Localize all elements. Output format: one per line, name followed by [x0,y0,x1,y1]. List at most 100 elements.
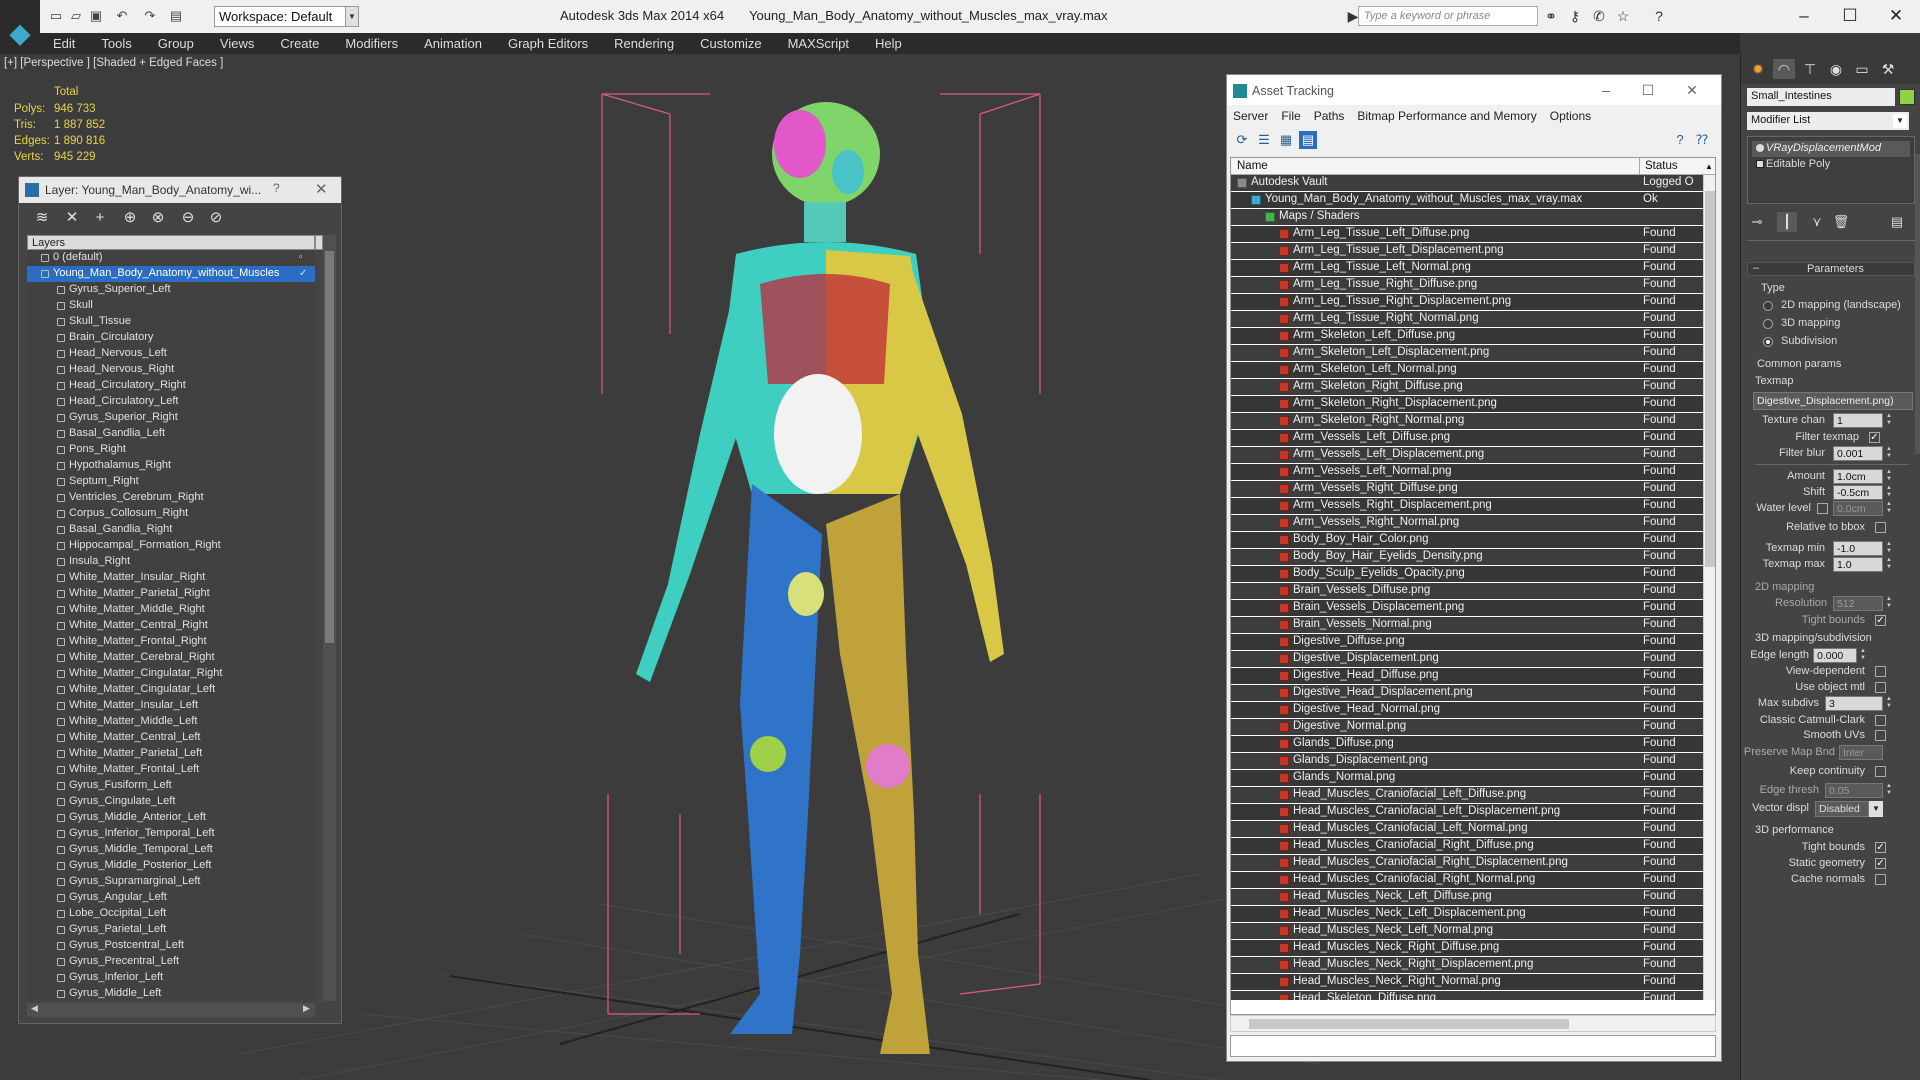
tight-bounds-2d-checkbox[interactable]: ✓ [1875,615,1886,626]
workspace-dropdown[interactable]: Workspace: Default [214,6,358,27]
asset-table-scroll-thumb[interactable] [1705,191,1715,567]
binoculars-icon[interactable]: ⚭ [1542,8,1560,24]
layer-row[interactable]: Head_Circulatory_Left [27,394,315,410]
layer-row[interactable]: Gyrus_Middle_Posterior_Left [27,858,315,874]
delete-layer-icon[interactable]: ✕ [61,208,83,228]
highlight-layer-icon[interactable]: ⊗ [147,208,169,228]
spinner-arrows-icon[interactable]: ▲ ▼ [1885,485,1893,500]
asset-row[interactable]: Arm_Skeleton_Right_Diffuse.png Found [1231,379,1703,396]
column-divider[interactable] [1639,158,1640,175]
layer-row[interactable]: White_Matter_Middle_Left [27,714,315,730]
layer-row[interactable]: Gyrus_Superior_Left [27,282,315,298]
layer-row[interactable]: Gyrus_Postcentral_Left [27,938,315,954]
water-level-checkbox[interactable] [1817,503,1828,514]
asset-row[interactable]: Young_Man_Body_Anatomy_without_Muscles_m… [1231,192,1703,209]
layer-list-hscrollbar[interactable] [27,1003,315,1017]
help-icon[interactable]: ? [1650,8,1668,24]
asset-row[interactable]: Arm_Leg_Tissue_Left_Diffuse.png Found [1231,226,1703,243]
spinner-arrows-icon[interactable]: ▲ ▼ [1885,557,1893,572]
asset-row[interactable]: Arm_Leg_Tissue_Right_Displacement.png Fou… [1231,294,1703,311]
layer-row[interactable]: Gyrus_Superior_Right [27,410,315,426]
radio-3d-mapping[interactable] [1763,319,1773,329]
minimize-icon[interactable]: – [1786,4,1822,28]
menu-edit[interactable]: Edit [40,33,88,54]
hide-all-icon[interactable]: ⊖ [177,208,199,228]
layer-row[interactable]: Hypothalamus_Right [27,458,315,474]
asset-row[interactable]: Digestive_Head_Displacement.png Found [1231,685,1703,702]
new-file-icon[interactable]: ▭ [46,7,66,25]
show-end-result-icon[interactable]: ┃ [1777,212,1797,232]
layers-stack-icon[interactable]: ≋ [31,208,53,228]
view-dependent-checkbox[interactable] [1875,666,1886,677]
stack-item-editable-poly[interactable]: Editable Poly [1752,157,1910,173]
asset-row[interactable]: Digestive_Diffuse.png Found [1231,634,1703,651]
menu-views[interactable]: Views [207,33,267,54]
layer-row[interactable]: White_Matter_Parietal_Left [27,746,315,762]
layer-row[interactable]: Insula_Right [27,554,315,570]
spinner-arrows-icon[interactable]: ▲ ▼ [1859,648,1867,663]
layer-row[interactable]: Gyrus_Precentral_Left [27,954,315,970]
relative-bbox-checkbox[interactable] [1875,522,1886,533]
menu-maxscript[interactable]: MAXScript [775,33,862,54]
asset-row[interactable]: Head_Muscles_Craniofacial_Left_Diffuse.p… [1231,787,1703,804]
asset-row[interactable]: Glands_Normal.png Found [1231,770,1703,787]
layer-row[interactable]: Gyrus_Fusiform_Left [27,778,315,794]
asset-row[interactable]: Arm_Skeleton_Right_Displacement.png Found [1231,396,1703,413]
rollout-toggle-icon[interactable]: – [1753,262,1759,274]
asset-row[interactable]: Glands_Diffuse.png Found [1231,736,1703,753]
layer-row[interactable]: Ventricles_Cerebrum_Right [27,490,315,506]
layer-row[interactable]: White_Matter_Frontal_Left [27,762,315,778]
object-color-swatch[interactable] [1899,89,1915,105]
table-view-icon[interactable]: ▤ [1299,131,1317,149]
layer-row[interactable]: White_Matter_Cingulatar_Left [27,682,315,698]
configure-sets-icon[interactable]: ▤ [1887,212,1907,232]
column-status-header[interactable]: Status [1645,160,1678,172]
modifier-on-icon[interactable] [1756,144,1764,152]
undo-icon[interactable]: ↶ [112,7,132,25]
perf-tight-bounds-checkbox[interactable]: ✓ [1875,842,1886,853]
spinner-arrows-icon[interactable]: ▲ ▼ [1885,541,1893,556]
asset-row[interactable]: Arm_Vessels_Left_Normal.png Found [1231,464,1703,481]
radio-subdivision[interactable] [1763,337,1773,347]
asset-row[interactable]: Head_Muscles_Neck_Right_Diffuse.png Found [1231,940,1703,957]
asset-menu-options[interactable]: Options [1544,105,1598,125]
layer-row[interactable]: Skull [27,298,315,314]
asset-row[interactable]: Head_Muscles_Neck_Right_Normal.png Found [1231,974,1703,991]
water-level-spinner[interactable]: 0.0cm [1833,501,1883,516]
hierarchy-tab-icon[interactable]: ⊤ [1799,59,1821,79]
spinner-arrows-icon[interactable]: ▲ ▼ [1885,469,1893,484]
asset-row[interactable]: Glands_Displacement.png Found [1231,753,1703,770]
resolution-spinner[interactable]: 512 [1833,596,1883,611]
asset-row[interactable]: Arm_Vessels_Left_Displacement.png Found [1231,447,1703,464]
chevron-down-icon[interactable]: ▼ [1869,801,1883,817]
select-objects-icon[interactable]: ⊕ [119,208,141,228]
asset-row[interactable]: Digestive_Normal.png Found [1231,719,1703,736]
texmap-min-spinner[interactable]: -1.0 [1833,541,1883,556]
layer-row[interactable]: Gyrus_Middle_Anterior_Left [27,810,315,826]
asset-row[interactable]: Brain_Vessels_Normal.png Found [1231,617,1703,634]
layer-row[interactable]: Corpus_Collosum_Right [27,506,315,522]
refresh-icon[interactable]: ⟳ [1233,131,1251,149]
spinner-arrows-icon[interactable]: ▲ ▼ [1885,446,1893,461]
asset-row[interactable]: Autodesk Vault Logged O [1231,175,1703,192]
scroll-left-icon[interactable]: ◀ [31,1003,41,1017]
asset-row[interactable]: Head_Muscles_Neck_Left_Displacement.png F… [1231,906,1703,923]
asset-table-hscroll-thumb[interactable] [1249,1019,1569,1029]
asset-row[interactable]: Head_Muscles_Craniofacial_Right_Normal.p… [1231,872,1703,889]
communication-icon[interactable]: ✆ [1590,8,1608,24]
layer-row[interactable]: Head_Nervous_Right [27,362,315,378]
asset-row[interactable]: Arm_Skeleton_Left_Normal.png Found [1231,362,1703,379]
save-file-icon[interactable]: ▣ [86,7,106,25]
keep-continuity-checkbox[interactable] [1875,766,1886,777]
asset-row[interactable]: Arm_Vessels_Left_Diffuse.png Found [1231,430,1703,447]
add-layer-icon[interactable]: + [89,208,111,228]
layer-row[interactable]: White_Matter_Central_Right [27,618,315,634]
asset-row[interactable]: Arm_Skeleton_Right_Normal.png Found [1231,413,1703,430]
layer-row[interactable]: Basal_Gandlia_Right [27,522,315,538]
asset-row[interactable]: Brain_Vessels_Diffuse.png Found [1231,583,1703,600]
motion-tab-icon[interactable]: ◉ [1825,59,1847,79]
search-input[interactable]: Type a keyword or phrase [1358,6,1538,26]
redo-icon[interactable]: ↷ [140,7,160,25]
maximize-icon[interactable]: ☐ [1832,4,1868,28]
asset-row[interactable]: Body_Boy_Hair_Color.png Found [1231,532,1703,549]
